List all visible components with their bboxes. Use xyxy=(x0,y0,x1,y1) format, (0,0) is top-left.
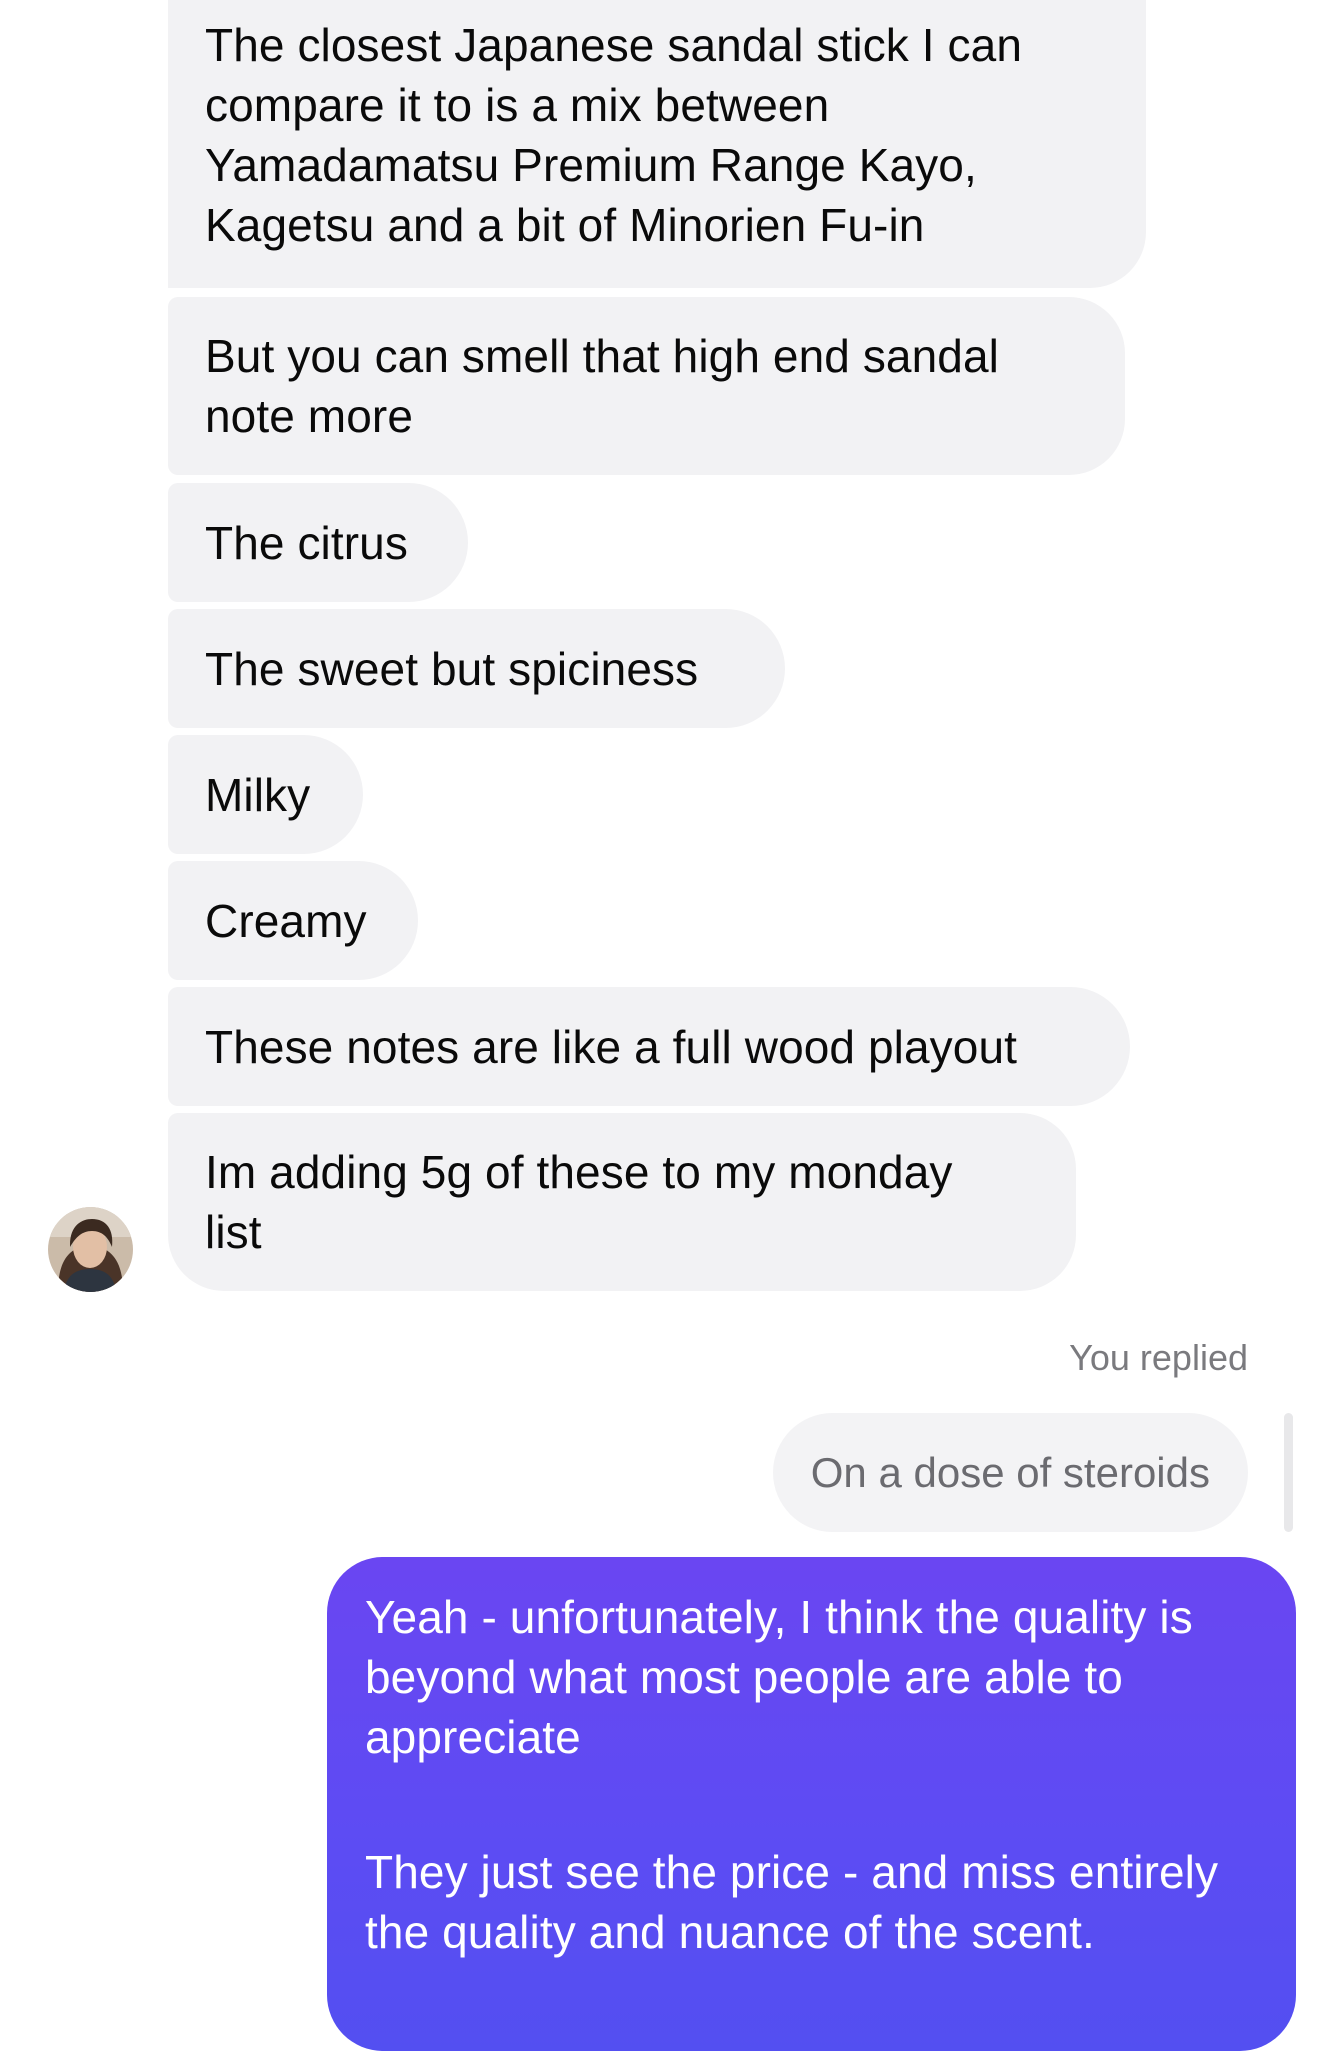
message-text: They just see the price - and miss entir… xyxy=(365,1846,1219,1958)
incoming-message[interactable]: Milky xyxy=(168,735,363,854)
message-text: The closest Japanese sandal stick I can … xyxy=(205,19,1023,251)
message-text: Creamy xyxy=(205,894,367,947)
avatar-photo-icon xyxy=(48,1207,133,1292)
message-thread: The closest Japanese sandal stick I can … xyxy=(0,0,1320,2063)
incoming-message[interactable]: But you can smell that high end sandal n… xyxy=(168,297,1125,475)
message-text: But you can smell that high end sandal n… xyxy=(205,330,999,442)
message-text: The sweet but spiciness xyxy=(205,642,699,695)
incoming-message[interactable]: Im adding 5g of these to my monday list xyxy=(168,1113,1076,1291)
incoming-message[interactable]: The sweet but spiciness xyxy=(168,609,785,728)
contact-avatar[interactable] xyxy=(48,1207,133,1292)
message-text: Yeah - unfortunately, I think the qualit… xyxy=(365,1591,1193,1763)
incoming-message[interactable]: Creamy xyxy=(168,861,418,980)
quote-divider xyxy=(1284,1413,1293,1532)
outgoing-message[interactable]: Yeah - unfortunately, I think the qualit… xyxy=(327,1557,1296,2051)
message-text: Milky xyxy=(205,768,311,821)
message-text: Im adding 5g of these to my monday list xyxy=(205,1146,953,1258)
incoming-message[interactable]: The citrus xyxy=(168,483,468,602)
incoming-message[interactable]: The closest Japanese sandal stick I can … xyxy=(168,0,1146,288)
message-text: These notes are like a full wood playout xyxy=(205,1020,1018,1073)
message-text: The citrus xyxy=(205,516,408,569)
incoming-message[interactable]: These notes are like a full wood playout xyxy=(168,987,1130,1106)
reply-indicator: You replied xyxy=(1069,1337,1248,1378)
quoted-message[interactable]: On a dose of steroids xyxy=(772,1413,1248,1532)
